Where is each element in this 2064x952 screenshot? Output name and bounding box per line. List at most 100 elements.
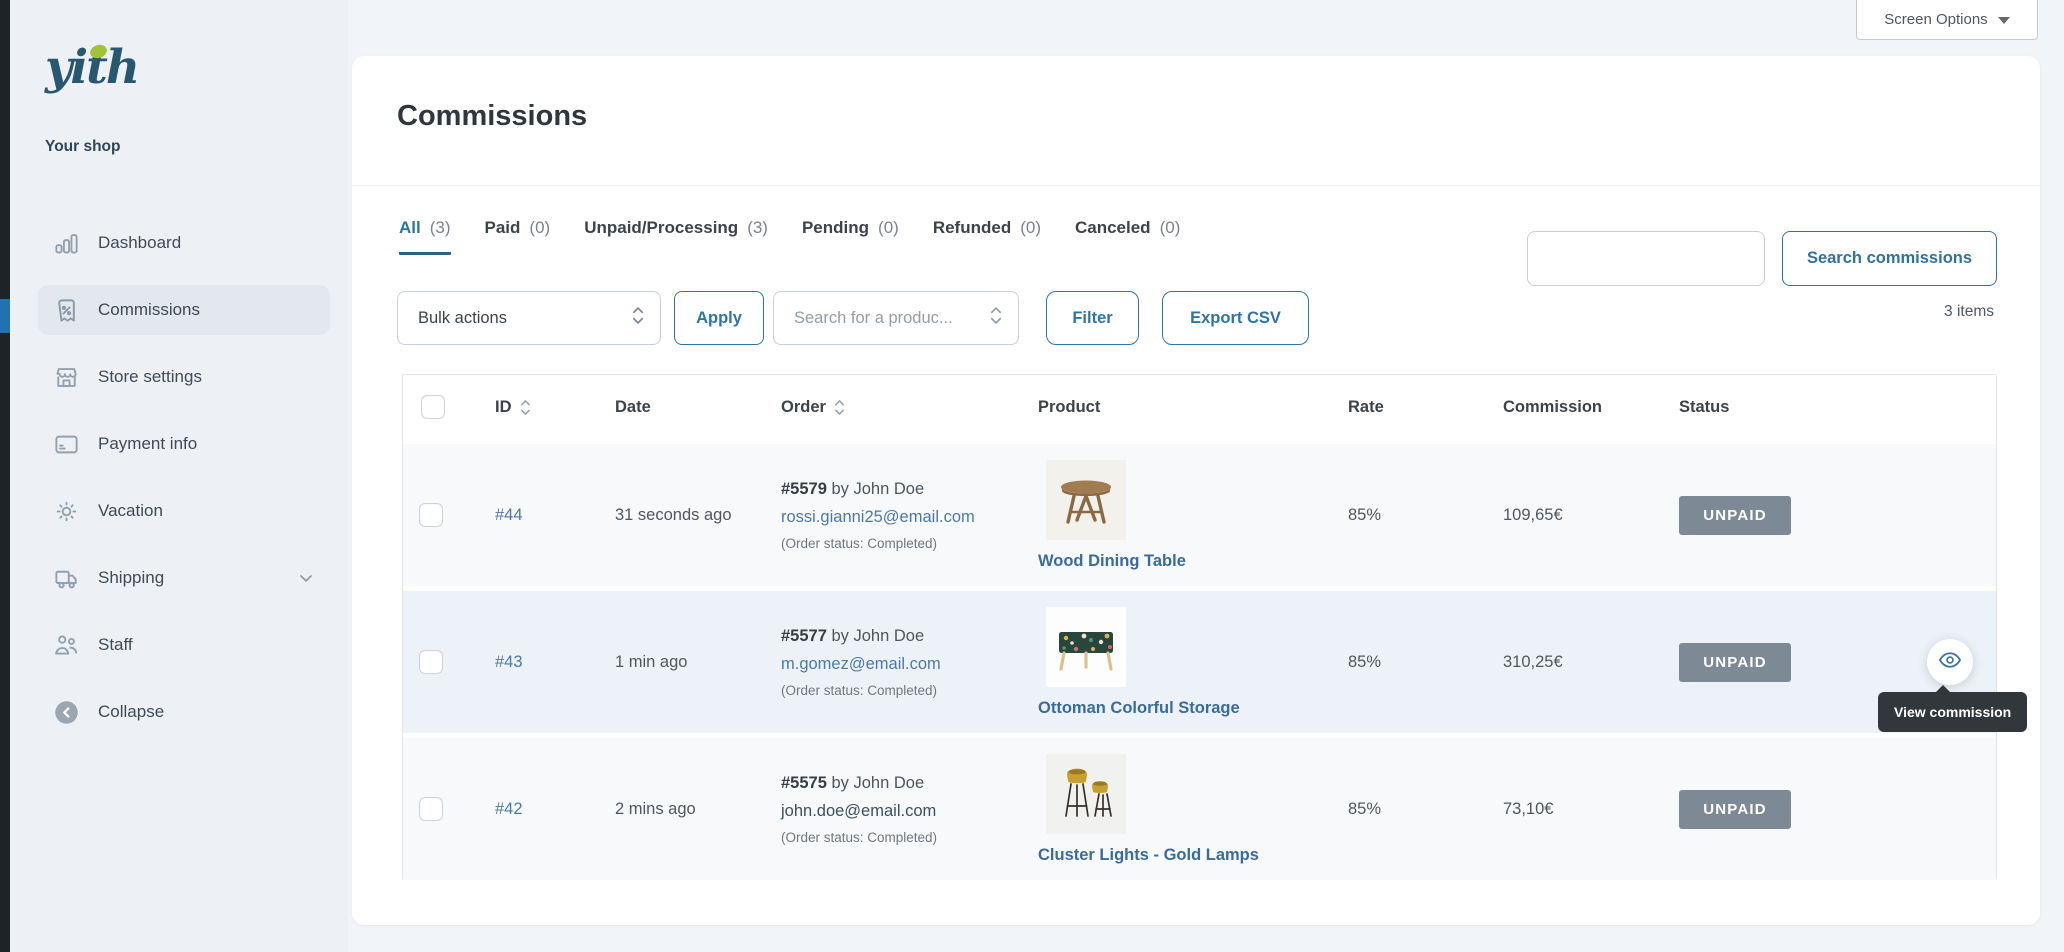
column-header-label: Date: [615, 398, 651, 417]
header-divider: [352, 185, 2040, 186]
status-tab[interactable]: Paid (0): [485, 218, 551, 255]
sidebar-item-icon: [53, 632, 80, 659]
tab-count: (3): [430, 218, 451, 238]
sidebar-item[interactable]: Store settings: [38, 352, 330, 402]
column-header-label: Commission: [1503, 398, 1602, 417]
customer-email-link[interactable]: m.gomez@email.com: [781, 655, 941, 674]
commission-amount: 109,65€: [1487, 444, 1663, 586]
order-status: (Order status: Completed): [781, 683, 937, 698]
commission-date: 2 mins ago: [599, 738, 765, 880]
status-badge: UNPAID: [1679, 643, 1791, 682]
product-link[interactable]: Cluster Lights - Gold Lamps: [1038, 846, 1259, 865]
tab-label: Canceled: [1075, 218, 1151, 238]
select-all-checkbox[interactable]: [421, 395, 445, 419]
select-caret-icon: [632, 306, 644, 330]
sidebar-item[interactable]: Vacation: [38, 486, 330, 536]
commissions-table: ID Date Order: [402, 374, 1997, 880]
status-tab[interactable]: Canceled (0): [1075, 218, 1180, 255]
order-reference: #5575 by John Doe: [781, 774, 924, 793]
table-header-row: ID Date Order: [403, 375, 1996, 439]
status-tab[interactable]: All (3): [399, 218, 451, 255]
column-header[interactable]: Status: [1663, 375, 1996, 439]
sidebar-item[interactable]: Dashboard: [38, 218, 330, 268]
tab-count: (0): [1160, 218, 1181, 238]
commission-amount: 73,10€: [1487, 738, 1663, 880]
bulk-actions-label: Bulk actions: [418, 309, 507, 328]
tab-count: (3): [747, 218, 768, 238]
commission-id-link[interactable]: #42: [495, 800, 523, 819]
order-reference: #5579 by John Doe: [781, 480, 924, 499]
commission-id-link[interactable]: #44: [495, 506, 523, 525]
column-header-label: Rate: [1348, 398, 1384, 417]
column-header[interactable]: Date: [599, 375, 765, 439]
yith-logo: yith: [45, 40, 138, 95]
table-row: #43 1 min ago #5577 by John Doe m.gomez@…: [403, 586, 1996, 733]
row-checkbox[interactable]: [419, 797, 443, 821]
status-tabs: All (3) Paid (0) Unpaid/Processing (3) P…: [399, 218, 1180, 255]
sidebar-item-label: Dashboard: [98, 233, 316, 253]
commission-date: 1 min ago: [599, 591, 765, 733]
product-thumbnail: [1046, 754, 1126, 834]
tab-label: Unpaid/Processing: [584, 218, 738, 238]
sidebar-item-label: Collapse: [98, 702, 316, 722]
customer-email-link[interactable]: john.doe@email.com: [781, 802, 936, 821]
order-number: #5575: [781, 774, 827, 792]
commission-amount: 310,25€: [1487, 591, 1663, 733]
status-tab[interactable]: Refunded (0): [933, 218, 1041, 255]
column-header-label: ID: [495, 398, 512, 417]
sort-icon[interactable]: [834, 399, 845, 416]
product-thumbnail: [1046, 607, 1126, 687]
sidebar-item-icon: [53, 498, 80, 525]
status-tab[interactable]: Pending (0): [802, 218, 899, 255]
column-header-label: Status: [1679, 398, 1729, 417]
order-customer: by John Doe: [831, 627, 924, 645]
filter-button[interactable]: Filter: [1046, 291, 1139, 345]
commission-rate: 85%: [1332, 738, 1487, 880]
screen-options-label: Screen Options: [1884, 11, 1987, 28]
search-commissions-input[interactable]: [1527, 231, 1765, 286]
bulk-actions-select[interactable]: Bulk actions: [397, 291, 661, 345]
tab-label: Paid: [485, 218, 521, 238]
screen-options-button[interactable]: Screen Options: [1856, 0, 2038, 40]
order-reference: #5577 by John Doe: [781, 627, 924, 646]
product-link[interactable]: Wood Dining Table: [1038, 552, 1186, 571]
sidebar-item-icon: [53, 565, 80, 592]
tab-count: (0): [878, 218, 899, 238]
sort-icon[interactable]: [520, 399, 531, 416]
product-link[interactable]: Ottoman Colorful Storage: [1038, 699, 1240, 718]
search-commissions-button[interactable]: Search commissions: [1782, 231, 1997, 286]
sidebar-item[interactable]: Commissions: [38, 285, 330, 335]
column-header[interactable]: Commission: [1487, 375, 1663, 439]
sidebar-item[interactable]: Staff: [38, 620, 330, 670]
customer-email-link[interactable]: rossi.gianni25@email.com: [781, 508, 975, 527]
chevron-down-icon: [296, 568, 316, 588]
commission-rate: 85%: [1332, 591, 1487, 733]
shop-name: Your shop: [45, 138, 121, 156]
sidebar-item[interactable]: Shipping: [38, 553, 330, 603]
sidebar-item[interactable]: Payment info: [38, 419, 330, 469]
column-header[interactable]: ID: [479, 375, 599, 439]
status-tab[interactable]: Unpaid/Processing (3): [584, 218, 768, 255]
select-caret-icon: [990, 306, 1002, 330]
sidebar-item[interactable]: Collapse: [38, 687, 330, 737]
row-checkbox[interactable]: [419, 503, 443, 527]
product-search-placeholder: Search for a produc...: [794, 309, 953, 328]
export-csv-button[interactable]: Export CSV: [1162, 291, 1309, 345]
tab-label: Refunded: [933, 218, 1011, 238]
column-header[interactable]: Rate: [1332, 375, 1487, 439]
sidebar-item-label: Commissions: [98, 300, 316, 320]
table-row: #42 2 mins ago #5575 by John Doe john.do…: [403, 733, 1996, 880]
sidebar-item-icon: [53, 431, 80, 458]
order-status: (Order status: Completed): [781, 536, 937, 551]
order-customer: by John Doe: [831, 774, 924, 792]
table-row: #44 31 seconds ago #5579 by John Doe ros…: [403, 439, 1996, 586]
column-header[interactable]: Product: [1022, 375, 1332, 439]
order-customer: by John Doe: [831, 480, 924, 498]
sidebar-item-label: Payment info: [98, 434, 316, 454]
product-search-select[interactable]: Search for a produc...: [773, 291, 1019, 345]
row-checkbox[interactable]: [419, 650, 443, 674]
view-commission-button[interactable]: [1927, 639, 1973, 685]
commission-id-link[interactable]: #43: [495, 653, 523, 672]
apply-button[interactable]: Apply: [674, 291, 764, 345]
column-header[interactable]: Order: [765, 375, 1022, 439]
